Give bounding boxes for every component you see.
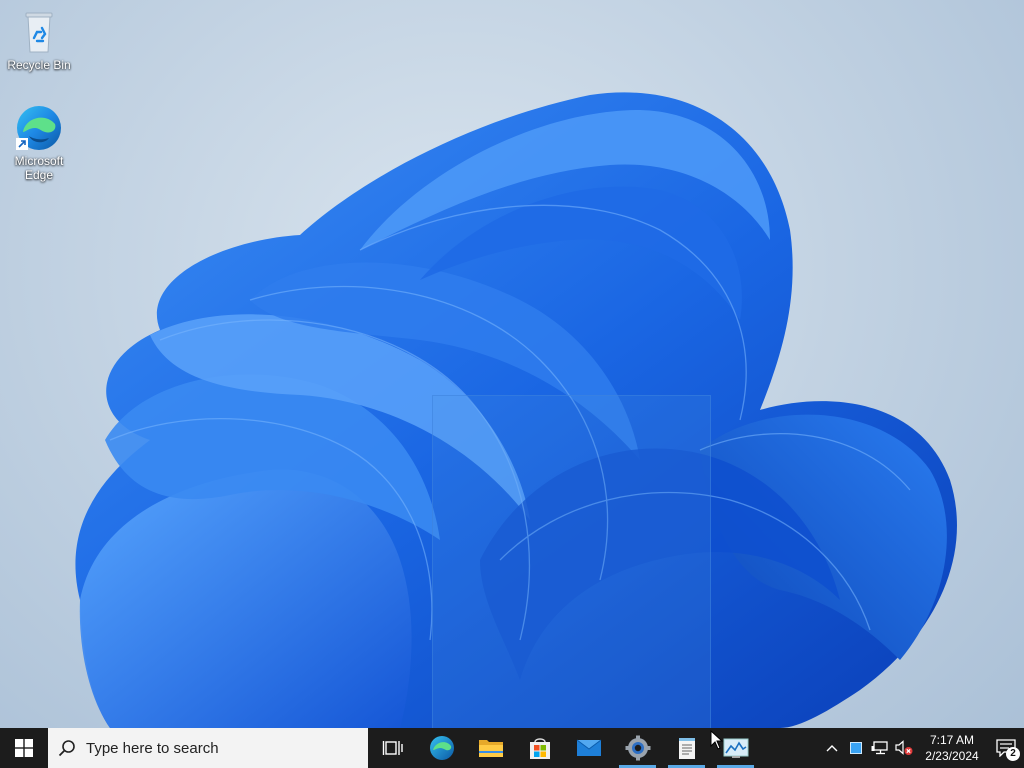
desktop-selection-rectangle <box>432 395 711 728</box>
taskbar-edge[interactable] <box>417 728 466 768</box>
chevron-up-icon <box>826 745 838 752</box>
blue-square-icon <box>850 742 862 754</box>
task-view-icon <box>382 741 403 755</box>
taskbar-file-explorer[interactable] <box>466 728 515 768</box>
taskbar-search-box[interactable]: Type here to search <box>48 728 368 768</box>
store-icon <box>529 738 550 759</box>
taskbar-settings[interactable] <box>613 728 662 768</box>
clock-date: 2/23/2024 <box>925 749 979 763</box>
taskbar-mail[interactable] <box>564 728 613 768</box>
show-hidden-icons-button[interactable] <box>820 728 844 768</box>
notepad-icon <box>678 738 695 759</box>
notification-center-button[interactable]: 2 <box>988 728 1024 768</box>
taskbar-microsoft-store[interactable] <box>515 728 564 768</box>
windows-logo-icon <box>15 739 33 757</box>
edge-shortcut[interactable]: Microsoft Edge <box>1 104 77 182</box>
edge-icon <box>15 104 63 152</box>
notification-count-badge: 2 <box>1006 747 1020 761</box>
mouse-cursor-icon <box>710 730 724 750</box>
volume-button[interactable] <box>892 728 916 768</box>
edge-icon <box>429 736 454 760</box>
recycle-bin-shortcut[interactable]: Recycle Bin <box>1 8 77 72</box>
taskbar-notepad[interactable] <box>662 728 711 768</box>
gear-icon <box>625 735 650 761</box>
search-placeholder: Type here to search <box>86 739 219 757</box>
search-icon <box>58 740 75 757</box>
clock-time: 7:17 AM <box>929 733 975 747</box>
mail-icon <box>576 739 601 756</box>
taskbar-clock[interactable]: 7:17 AM 2/23/2024 <box>916 732 988 764</box>
tray-app-button[interactable] <box>844 728 868 768</box>
desktop[interactable]: Recycle Bin Microsoft Edge <box>0 0 1024 728</box>
volume-muted-icon <box>895 740 913 755</box>
taskbar: Type here to search 7:17 AM 2/23/2024 2 <box>0 728 1024 768</box>
network-button[interactable] <box>868 728 892 768</box>
system-tray: 7:17 AM 2/23/2024 2 <box>820 728 1024 768</box>
network-icon <box>871 741 888 755</box>
task-view-button[interactable] <box>368 728 417 768</box>
folder-icon <box>478 740 503 757</box>
edge-label: Microsoft Edge <box>14 154 64 182</box>
recycle-bin-icon <box>15 8 63 56</box>
monitor-chart-icon <box>723 738 748 758</box>
start-button[interactable] <box>0 728 48 768</box>
recycle-bin-label: Recycle Bin <box>7 58 71 72</box>
